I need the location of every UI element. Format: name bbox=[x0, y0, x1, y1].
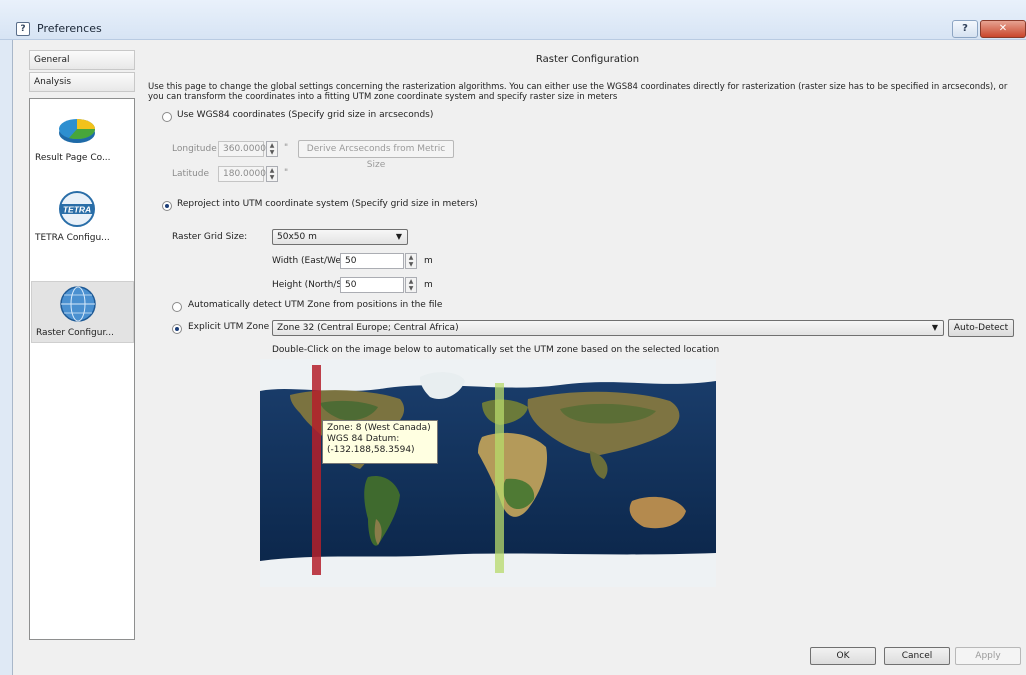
width-stepper[interactable]: ▲ ▼ bbox=[405, 253, 417, 269]
auto-detect-zone-radio[interactable] bbox=[172, 302, 182, 312]
latitude-input[interactable]: 180.0000 bbox=[218, 166, 266, 182]
preferences-window: ? Preferences ? ✕ General Analysis Resul… bbox=[0, 0, 1026, 675]
arcsec-unit: " bbox=[284, 168, 289, 178]
longitude-stepper[interactable]: ▲ ▼ bbox=[266, 141, 278, 157]
grid-size-select[interactable]: 50x50 m ▼ bbox=[272, 229, 408, 245]
cancel-button[interactable]: Cancel bbox=[884, 647, 950, 665]
page-description: Use this page to change the global setti… bbox=[148, 82, 1024, 102]
tooltip-coords: (-132.188,58.3594) bbox=[327, 445, 415, 455]
sidebar: General Analysis Result Page Co... TETRA… bbox=[27, 50, 149, 675]
utm-zone-value: Zone 32 (Central Europe; Central Africa) bbox=[277, 323, 459, 333]
sidebar-item-raster[interactable]: Raster Configur... bbox=[31, 281, 134, 343]
explicit-zone-radio[interactable] bbox=[172, 324, 182, 334]
explicit-zone-label: Explicit UTM Zone bbox=[188, 322, 270, 332]
chevron-down-icon: ▼ bbox=[395, 232, 402, 241]
tooltip-datum: WGS 84 Datum: bbox=[327, 434, 400, 444]
ok-button[interactable]: OK bbox=[810, 647, 876, 665]
latitude-stepper[interactable]: ▲ ▼ bbox=[266, 166, 278, 182]
preferences-app-icon: ? bbox=[16, 22, 30, 36]
zone-tooltip: Zone: 8 (West Canada) WGS 84 Datum: (-13… bbox=[322, 420, 438, 464]
pie-chart-icon bbox=[59, 119, 96, 143]
help-button[interactable]: ? bbox=[952, 20, 978, 38]
window-title: Preferences bbox=[37, 22, 102, 35]
map-hint: Double-Click on the image below to autom… bbox=[272, 345, 720, 355]
sidebar-item-result-page[interactable]: Result Page Co... bbox=[31, 105, 134, 167]
wgs84-radio[interactable] bbox=[162, 112, 172, 122]
world-map[interactable] bbox=[260, 359, 716, 587]
hover-zone-highlight bbox=[495, 383, 504, 573]
chevron-down-icon: ▼ bbox=[931, 323, 938, 332]
auto-detect-button[interactable]: Auto-Detect bbox=[948, 319, 1014, 337]
sidebar-items-panel: Result Page Co... TETRA TETRA Configu... bbox=[29, 98, 135, 640]
grid-size-label: Raster Grid Size: bbox=[172, 232, 248, 242]
selected-zone-highlight bbox=[312, 365, 321, 575]
sidebar-item-label: Result Page Co... bbox=[35, 153, 111, 163]
page-title: Raster Configuration bbox=[535, 54, 640, 65]
sidebar-item-label: Raster Configur... bbox=[36, 328, 114, 338]
longitude-label: Longitude bbox=[172, 144, 217, 154]
tetra-logo-icon: TETRA bbox=[59, 191, 95, 227]
description-line-2: you can transform the coordinates into a… bbox=[148, 92, 618, 102]
wgs84-label: Use WGS84 coordinates (Specify grid size… bbox=[177, 110, 434, 120]
height-stepper[interactable]: ▲ ▼ bbox=[405, 277, 417, 293]
title-bar: ? Preferences ? ✕ bbox=[0, 0, 1026, 40]
globe-icon bbox=[60, 286, 96, 322]
arcsec-unit: " bbox=[284, 143, 289, 153]
apply-button[interactable]: Apply bbox=[955, 647, 1021, 665]
utm-zone-select[interactable]: Zone 32 (Central Europe; Central Africa)… bbox=[272, 320, 944, 336]
description-line-1: Use this page to change the global setti… bbox=[148, 82, 1008, 92]
sidebar-item-tetra[interactable]: TETRA TETRA Configu... bbox=[31, 185, 134, 247]
longitude-input[interactable]: 360.0000 bbox=[218, 141, 266, 157]
height-input[interactable]: 50 bbox=[340, 277, 404, 293]
sidebar-header-analysis[interactable]: Analysis bbox=[29, 72, 135, 92]
tetra-logo-text: TETRA bbox=[63, 205, 91, 215]
tooltip-zone: Zone: 8 (West Canada) bbox=[327, 423, 431, 433]
sidebar-item-label: TETRA Configu... bbox=[35, 233, 110, 243]
close-button[interactable]: ✕ bbox=[980, 20, 1026, 38]
height-unit: m bbox=[424, 280, 433, 290]
derive-arcseconds-button[interactable]: Derive Arcseconds from Metric Size bbox=[298, 140, 454, 170]
utm-label: Reproject into UTM coordinate system (Sp… bbox=[177, 199, 478, 209]
utm-radio[interactable] bbox=[162, 201, 172, 211]
auto-detect-zone-label: Automatically detect UTM Zone from posit… bbox=[188, 300, 443, 310]
width-unit: m bbox=[424, 256, 433, 266]
width-input[interactable]: 50 bbox=[340, 253, 404, 269]
grid-size-value: 50x50 m bbox=[277, 232, 317, 242]
latitude-label: Latitude bbox=[172, 169, 210, 179]
sidebar-header-general[interactable]: General bbox=[29, 50, 135, 70]
